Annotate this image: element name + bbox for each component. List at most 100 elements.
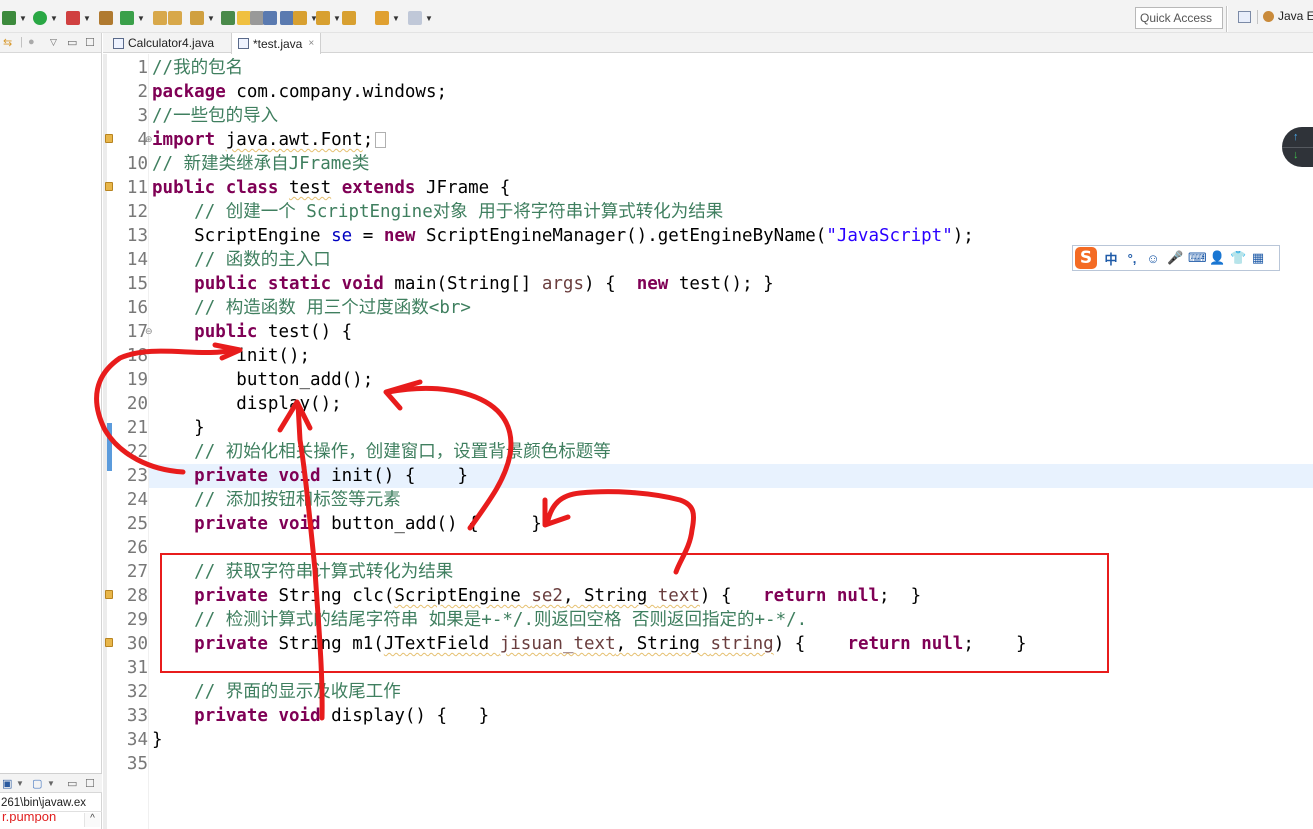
focus-icon[interactable]: ● [28,36,35,48]
code-line[interactable]: // 添加按钮和标签等元素 [149,488,1313,512]
code-line[interactable]: package com.company.windows; [149,80,1313,104]
keyboard-icon[interactable]: ⌨ [1188,250,1207,266]
code-line[interactable]: // 界面的显示及收尾工作 [149,680,1313,704]
next-annotation-button[interactable]: ▼ [293,10,318,26]
code-line[interactable]: private String m1(JTextField jisuan_text… [149,632,1313,656]
scroll-up-button[interactable]: ^ [84,813,100,827]
close-icon[interactable]: × [308,38,314,49]
back-button[interactable]: ▼ [375,10,400,26]
dropdown-arrow-icon[interactable]: ▼ [50,14,58,23]
keyword: public class [152,178,279,198]
folded-block-icon [375,132,387,148]
code-editor[interactable]: 1 2 3 4 ⊕ 10 11 12 13 14 15 16 17 ⊖ 18 19 20 21 22 23 24 25 26… [103,54,1313,829]
toggle-breadcrumb-button[interactable] [263,10,277,26]
dropdown-arrow-icon[interactable]: ▼ [83,14,91,23]
last-edit-location-button[interactable] [342,10,356,26]
sogou-logo-icon[interactable]: S [1075,247,1097,269]
toolbox-icon[interactable]: ▦ [1251,250,1265,266]
maximize-icon[interactable]: ☐ [85,777,95,790]
code-line[interactable]: //我的包名 [149,56,1313,80]
warning-marker-icon[interactable] [105,134,113,143]
maximize-icon[interactable]: ☐ [85,36,95,49]
forward-button[interactable]: ▼ [408,10,433,26]
dropdown-icon[interactable]: ▼ [16,779,24,788]
code-line[interactable]: // 新建类继承自JFrame类 [149,152,1313,176]
open-type-button[interactable] [153,10,167,26]
search-button[interactable]: ▼ [190,10,215,26]
code-line[interactable]: display(); [149,392,1313,416]
code-line[interactable]: // 初始化相关操作，创建窗口，设置背景颜色标题等 [149,440,1313,464]
java-file-icon [113,37,124,49]
code-line[interactable]: private void init() { } [149,464,1313,488]
new-java-package-button[interactable] [99,10,113,26]
new-java-class-button[interactable]: ▼ [120,10,145,26]
toggle-annotation-button[interactable] [221,10,235,26]
dropdown-arrow-icon[interactable]: ▼ [333,14,341,23]
tab-test-java[interactable]: *test.java × [231,33,322,54]
toggle-block-selection-button[interactable] [250,10,264,26]
arrow-down-icon[interactable]: ↓ [1293,149,1299,161]
line-number: 13 [126,226,148,246]
code-line[interactable] [149,752,1313,776]
code-line[interactable]: // 创建一个 ScriptEngine对象 用于将字符串计算式转化为结果 [149,200,1313,224]
quick-access-input[interactable]: Quick Access [1135,7,1223,29]
code-text: // 添加按钮和标签等元素 [152,488,401,512]
dropdown-arrow-icon[interactable]: ▼ [425,14,433,23]
link-with-editor-icon[interactable]: ⇆ [3,36,12,49]
minimize-icon[interactable]: ▭ [67,777,77,790]
line-number: 16 [126,298,148,318]
chinese-mode-icon[interactable]: 中 [1104,249,1118,268]
minimize-icon[interactable]: ▭ [67,36,77,49]
keyword: public static void [194,274,384,294]
view-menu-icon[interactable]: ▽ [50,37,57,48]
punctuation-icon[interactable]: °, [1125,251,1139,266]
code-line[interactable]: // 构造函数 用三个过度函数<br> [149,296,1313,320]
dropdown-arrow-icon[interactable]: ▼ [137,14,145,23]
previous-annotation-button[interactable]: ▼ [316,10,341,26]
voice-icon[interactable]: 🎤 [1167,250,1183,266]
code-line[interactable]: import java.awt.Font; [149,128,1313,152]
new-console-icon[interactable]: ▢ [32,777,42,790]
code-line[interactable] [149,656,1313,680]
dropdown-arrow-icon[interactable]: ▼ [392,14,400,23]
arrow-up-icon[interactable]: ↑ [1293,131,1299,143]
code-text: private String clc(ScriptEngine se2, Str… [152,584,921,608]
show-whitespace-button[interactable] [280,10,294,26]
code-line[interactable]: private void display() { } [149,704,1313,728]
code-line[interactable] [149,536,1313,560]
code-line[interactable]: //一些包的导入 [149,104,1313,128]
code-line[interactable]: public class test extends JFrame { [149,176,1313,200]
code-line[interactable]: // 检测计算式的结尾字符串 如果是+-*/.则返回空格 否则返回指定的+-*/… [149,608,1313,632]
code-line[interactable]: } [149,728,1313,752]
dropdown-arrow-icon[interactable]: ▼ [19,14,27,23]
code-line[interactable]: private void button_add() { } [149,512,1313,536]
code-line[interactable]: private String clc(ScriptEngine se2, Str… [149,584,1313,608]
code-line[interactable]: public test() { [149,320,1313,344]
warning-marker-icon[interactable] [105,182,113,191]
code-line[interactable]: // 获取字符串计算式转化为结果 [149,560,1313,584]
open-task-button[interactable] [168,10,182,26]
display-console-icon[interactable]: ▣ [2,777,12,790]
code-line[interactable]: init(); [149,344,1313,368]
skin-icon[interactable]: 👕 [1230,250,1246,266]
open-perspective-icon[interactable] [1238,11,1251,23]
toggle-mark-occurrences-button[interactable] [237,10,251,26]
debug-button[interactable]: ▼ [2,10,27,26]
java-perspective-button[interactable]: Java E [1263,9,1313,23]
code-line[interactable]: } [149,416,1313,440]
run-button[interactable]: ▼ [33,10,58,26]
code-line[interactable]: public static void main(String[] args) {… [149,272,1313,296]
warning-marker-icon[interactable] [105,590,113,599]
new-java-class-icon [120,11,134,25]
toolbar-separator [1226,6,1228,32]
dropdown-arrow-icon[interactable]: ▼ [207,14,215,23]
user-icon[interactable]: 👤 [1209,250,1225,266]
tab-calculator4-java[interactable]: Calculator4.java [107,33,220,53]
warning-marker-icon[interactable] [105,638,113,647]
emoji-icon[interactable]: ☺ [1146,251,1160,266]
line-number: 2 [137,82,148,102]
dropdown-icon[interactable]: ▼ [47,779,55,788]
run-external-tools-button[interactable]: ▼ [66,10,91,26]
code-line[interactable]: button_add(); [149,368,1313,392]
comment: //一些包的导入 [152,106,279,126]
